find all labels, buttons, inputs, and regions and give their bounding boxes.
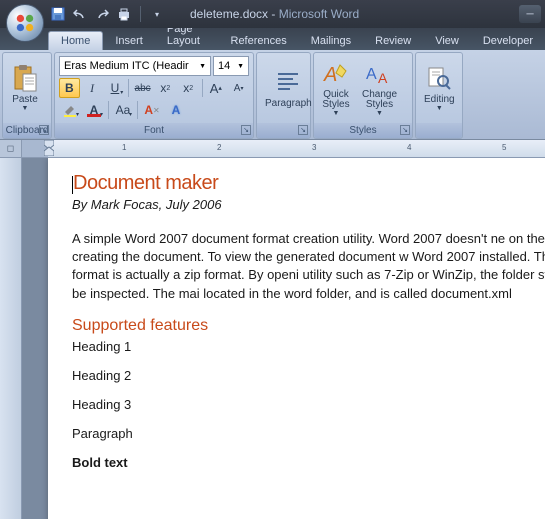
font-launcher[interactable]: ↘ <box>241 125 251 135</box>
ruler-corner[interactable]: ◻ <box>0 140 21 158</box>
chevron-down-icon: ▼ <box>333 110 340 117</box>
ribbon-tabs: Home Insert Page Layout References Maili… <box>0 28 545 50</box>
document-area: ◻ 1 2 3 4 5 Document maker By Mark Focas… <box>0 140 545 519</box>
bold-button[interactable]: B <box>59 78 80 98</box>
editing-button[interactable]: Editing ▼ <box>420 62 459 114</box>
tab-home[interactable]: Home <box>48 31 103 50</box>
font-color-button[interactable]: A▾ <box>83 100 105 120</box>
tab-references[interactable]: References <box>219 32 299 50</box>
group-paragraph: Paragraph ↘ <box>256 52 311 139</box>
quick-styles-button[interactable]: A Quick Styles ▼ <box>318 58 354 119</box>
font-name-selector[interactable]: Eras Medium ITC (Headir▼ <box>59 56 211 76</box>
ribbon: Paste ▼ Clipboard↘ Eras Medium ITC (Head… <box>0 50 545 140</box>
doc-heading-1[interactable]: Document maker <box>72 172 545 195</box>
doc-text-line[interactable]: Paragraph <box>72 426 545 441</box>
clipboard-launcher[interactable]: ↘ <box>39 125 49 135</box>
underline-button[interactable]: U▾ <box>105 78 126 98</box>
group-editing: Editing ▼ <box>415 52 463 139</box>
office-button[interactable] <box>6 4 44 42</box>
group-label-styles: Styles↘ <box>314 123 412 138</box>
doc-text-line[interactable]: Heading 2 <box>72 368 545 383</box>
doc-text-line[interactable]: Bold text <box>72 455 545 470</box>
vertical-ruler[interactable]: ◻ <box>0 140 22 519</box>
clear-formatting-button[interactable]: A✕ <box>141 100 163 120</box>
strikethrough-button[interactable]: abc <box>132 78 153 98</box>
styles-launcher[interactable]: ↘ <box>400 125 410 135</box>
tab-mailings[interactable]: Mailings <box>299 32 363 50</box>
paste-button[interactable]: Paste ▼ <box>7 62 43 114</box>
chevron-down-icon: ▼ <box>376 110 383 117</box>
redo-icon[interactable] <box>94 6 110 22</box>
tab-insert[interactable]: Insert <box>103 32 155 50</box>
group-label-font: Font↘ <box>55 123 253 138</box>
font-size-selector[interactable]: 14▼ <box>213 56 249 76</box>
paragraph-button[interactable]: Paragraph <box>261 66 316 111</box>
quick-styles-icon: A <box>322 60 350 88</box>
chevron-down-icon: ▼ <box>22 105 29 112</box>
chevron-down-icon: ▼ <box>436 105 443 112</box>
tab-view[interactable]: View <box>423 32 471 50</box>
window-controls: ─ <box>519 5 541 23</box>
file-name: deleteme.docx <box>190 7 268 21</box>
paragraph-icon <box>274 68 302 96</box>
print-icon[interactable] <box>116 6 132 22</box>
group-label-clipboard: Clipboard↘ <box>3 123 51 138</box>
doc-text-line[interactable]: Heading 3 <box>72 397 545 412</box>
tab-developer[interactable]: Developer <box>471 32 545 50</box>
change-case-button[interactable]: Aa▾ <box>112 100 134 120</box>
app-name: Microsoft Word <box>279 7 359 21</box>
window-title: deleteme.docx - Microsoft Word <box>190 7 359 21</box>
change-styles-button[interactable]: AA Change Styles ▼ <box>358 58 401 119</box>
indent-marker-left[interactable] <box>44 140 54 156</box>
doc-byline[interactable]: By Mark Focas, July 2006 <box>72 197 545 212</box>
doc-paragraph[interactable]: A simple Word 2007 document format creat… <box>72 230 545 303</box>
group-label-paragraph: ↘ <box>257 123 310 138</box>
tab-review[interactable]: Review <box>363 32 423 50</box>
group-label-editing <box>416 123 462 138</box>
page-container[interactable]: Document maker By Mark Focas, July 2006 … <box>22 158 545 519</box>
title-bar: ▾ deleteme.docx - Microsoft Word ─ <box>0 0 545 28</box>
change-styles-icon: AA <box>366 60 394 88</box>
doc-heading-2[interactable]: Supported features <box>72 317 545 335</box>
group-font: Eras Medium ITC (Headir▼ 14▼ B I U▾ abc … <box>54 52 254 139</box>
page[interactable]: Document maker By Mark Focas, July 2006 … <box>48 158 545 519</box>
svg-text:A: A <box>366 66 377 83</box>
italic-button[interactable]: I <box>82 78 103 98</box>
subscript-button[interactable]: x2 <box>155 78 176 98</box>
save-icon[interactable] <box>50 6 66 22</box>
group-clipboard: Paste ▼ Clipboard↘ <box>2 52 52 139</box>
group-styles: A Quick Styles ▼ AA Change Styles ▼ Styl… <box>313 52 413 139</box>
office-logo-icon <box>14 12 36 34</box>
paragraph-launcher[interactable]: ↘ <box>298 125 308 135</box>
paste-icon <box>11 64 39 92</box>
quick-access-toolbar: ▾ <box>50 6 165 22</box>
shrink-font-button[interactable]: A▾ <box>228 78 249 98</box>
highlight-button[interactable]: ▾ <box>59 100 81 120</box>
minimize-button[interactable]: ─ <box>519 5 541 23</box>
svg-text:A: A <box>323 64 337 86</box>
qat-separator <box>140 6 141 22</box>
doc-text-line[interactable]: Heading 1 <box>72 339 545 354</box>
qat-customize-icon[interactable]: ▾ <box>149 6 165 22</box>
horizontal-ruler[interactable]: 1 2 3 4 5 <box>22 140 545 158</box>
svg-text:A: A <box>378 70 388 86</box>
grow-font-button[interactable]: A▴ <box>205 78 226 98</box>
find-icon <box>425 64 453 92</box>
superscript-button[interactable]: x2 <box>178 78 199 98</box>
text-effects-button[interactable]: A <box>165 100 187 120</box>
undo-icon[interactable] <box>72 6 88 22</box>
